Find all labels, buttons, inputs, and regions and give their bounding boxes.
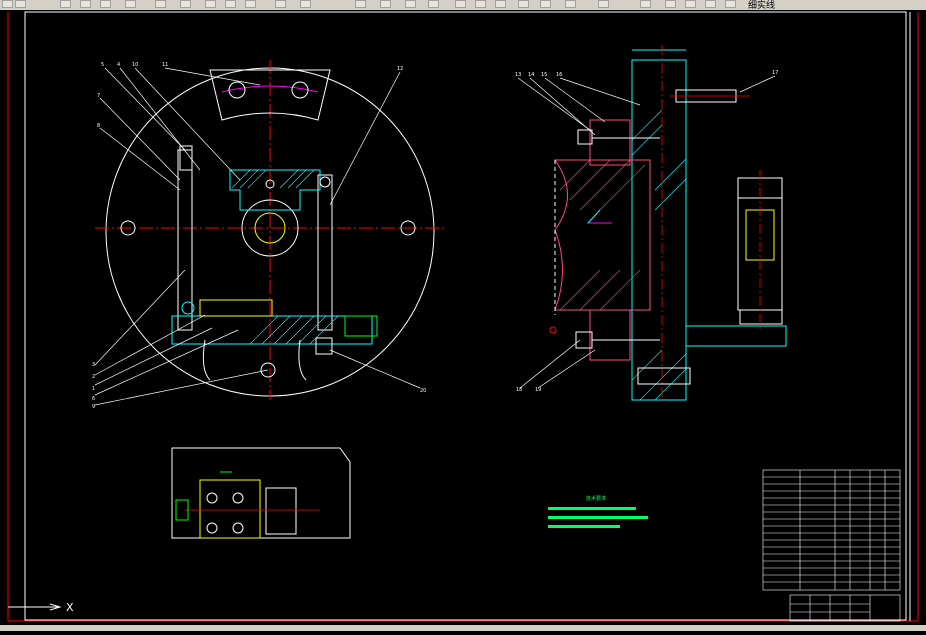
sun-icon[interactable] xyxy=(685,0,696,8)
callout-15: 15 xyxy=(541,72,547,78)
save-icon[interactable] xyxy=(80,0,91,8)
callout-14: 14 xyxy=(528,72,534,78)
print-icon[interactable] xyxy=(100,0,111,8)
callout-13: 13 xyxy=(515,72,521,78)
design-center-icon[interactable] xyxy=(428,0,439,8)
callout-16: 16 xyxy=(556,72,562,78)
callout-19: 19 xyxy=(535,387,541,393)
arrow-icon[interactable] xyxy=(2,0,13,8)
callout-12: 12 xyxy=(397,66,403,72)
dbconnect-icon[interactable] xyxy=(565,0,576,8)
paste-icon[interactable] xyxy=(180,0,191,8)
markup-icon[interactable] xyxy=(495,0,506,8)
callout-11: 11 xyxy=(162,62,168,68)
zoom-prev-icon[interactable] xyxy=(380,0,391,8)
lock-icon[interactable] xyxy=(705,0,716,8)
title-block xyxy=(762,469,901,622)
callout-3: 3 xyxy=(92,362,95,368)
color-square-icon[interactable] xyxy=(725,0,736,8)
callout-5: 5 xyxy=(101,62,104,68)
layer-icon[interactable] xyxy=(540,0,551,8)
properties-icon[interactable] xyxy=(405,0,416,8)
status-bar xyxy=(0,625,926,631)
x-axis-label: X xyxy=(66,601,74,614)
callout-17: 17 xyxy=(772,70,778,76)
callout-7: 7 xyxy=(97,93,100,99)
callout-8: 8 xyxy=(97,123,100,129)
callout-2: 2 xyxy=(92,374,95,380)
light-bulb-icon[interactable] xyxy=(665,0,676,8)
match-prop-icon[interactable] xyxy=(205,0,216,8)
side-view: 13 14 15 16 17 18 19 xyxy=(515,45,787,405)
cut-icon[interactable] xyxy=(125,0,136,8)
callout-20: 20 xyxy=(420,388,426,394)
tech-title: 技术要求 xyxy=(586,495,606,502)
callout-10: 10 xyxy=(132,62,138,68)
pan-icon[interactable] xyxy=(275,0,286,8)
technical-requirements: 技术要求 xyxy=(548,495,648,528)
callout-4: 4 xyxy=(117,62,120,68)
undo-icon[interactable] xyxy=(225,0,236,8)
callout-9: 9 xyxy=(92,404,95,410)
front-view: 5 4 10 11 7 8 12 3 2 1 6 9 20 xyxy=(92,60,445,410)
callout-18: 18 xyxy=(516,387,522,393)
open-icon[interactable] xyxy=(60,0,71,8)
bottom-view xyxy=(171,447,351,539)
zoom-window-icon[interactable] xyxy=(355,0,366,8)
cad-drawing: 5 4 10 11 7 8 12 3 2 1 6 9 20 13 14 15 1… xyxy=(7,11,919,622)
drawing-canvas[interactable]: 5 4 10 11 7 8 12 3 2 1 6 9 20 13 14 15 1… xyxy=(0,10,926,631)
sheet-set-icon[interactable] xyxy=(475,0,486,8)
callout-6: 6 xyxy=(92,396,95,402)
quickcalc-icon[interactable] xyxy=(518,0,529,8)
zoom-icon[interactable] xyxy=(300,0,311,8)
redo-icon[interactable] xyxy=(245,0,256,8)
ucs-icon: X xyxy=(8,601,74,614)
copy-icon[interactable] xyxy=(155,0,166,8)
new-file-icon[interactable] xyxy=(15,0,26,8)
layer-state-icon[interactable] xyxy=(640,0,651,8)
callout-1: 1 xyxy=(92,386,95,392)
tool-palette-icon[interactable] xyxy=(455,0,466,8)
help-icon[interactable] xyxy=(598,0,609,8)
